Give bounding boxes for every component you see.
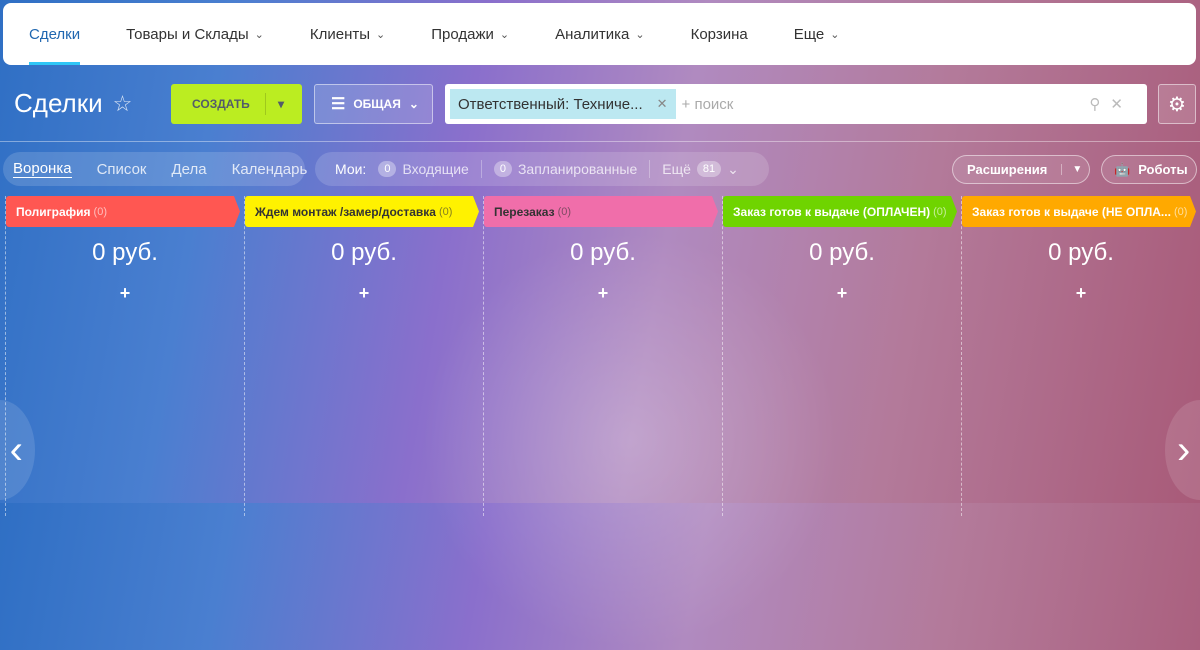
robots-button[interactable]: 🤖 Роботы bbox=[1101, 155, 1197, 184]
stage-sum: 0 руб. bbox=[570, 239, 636, 266]
filter-icon: ☰ bbox=[331, 96, 346, 113]
add-deal-button[interactable]: + bbox=[245, 283, 483, 304]
chevron-down-icon: ⌄ bbox=[408, 97, 419, 111]
nav-item-label: Корзина bbox=[690, 25, 748, 43]
view-tab[interactable]: Календарь bbox=[232, 161, 308, 178]
nav-item-label: Сделки bbox=[29, 25, 81, 43]
view-tab[interactable]: Дела bbox=[171, 161, 206, 178]
filter-tag-text: Ответственный: Техниче... bbox=[458, 95, 643, 113]
stage-sum: 0 руб. bbox=[92, 239, 158, 266]
dropdown-arrow-icon[interactable]: ▼ bbox=[1061, 164, 1082, 175]
chevron-down-icon: ⌄ bbox=[830, 28, 840, 41]
close-icon[interactable]: ✕ bbox=[657, 96, 668, 112]
divider bbox=[0, 141, 1200, 142]
page-title-text: Сделки bbox=[14, 88, 103, 118]
create-label: СОЗДАТЬ bbox=[192, 97, 250, 111]
nav-item-label: Товары и Склады bbox=[126, 25, 249, 43]
nav-item[interactable]: Аналитика ⌄ bbox=[555, 26, 644, 43]
create-dropdown-arrow-icon[interactable]: ▾ bbox=[265, 93, 284, 115]
stage-name: Полиграфия bbox=[16, 204, 91, 219]
stage-header[interactable]: Перезаказ (0) bbox=[484, 196, 718, 227]
stage-header[interactable]: Ждем монтаж /замер/доставка (0) bbox=[245, 196, 479, 227]
stage-sum: 0 руб. bbox=[809, 239, 875, 266]
stage-count: (0) bbox=[933, 205, 947, 218]
extensions-button[interactable]: Расширения ▼ bbox=[952, 155, 1090, 184]
add-deal-button[interactable]: + bbox=[962, 283, 1200, 304]
robots-label: Роботы bbox=[1138, 162, 1188, 177]
view-tab[interactable]: Воронка bbox=[13, 160, 72, 178]
chevron-down-icon[interactable]: ⌄ bbox=[727, 161, 739, 178]
stage-count: (0) bbox=[557, 205, 572, 218]
stage-sum: 0 руб. bbox=[331, 239, 397, 266]
create-button[interactable]: СОЗДАТЬ ▾ bbox=[171, 84, 302, 124]
more-link[interactable]: Ещё bbox=[662, 161, 691, 177]
stage-name: Заказ готов к выдаче (НЕ ОПЛА... bbox=[972, 204, 1171, 219]
filter-preset-button[interactable]: ☰ ОБЩАЯ ⌄ bbox=[314, 84, 433, 124]
add-deal-button[interactable]: + bbox=[484, 283, 722, 304]
chevron-down-icon: ⌄ bbox=[254, 28, 264, 41]
kanban-column: Заказ готов к выдаче (НЕ ОПЛА... (0) 0 руб… bbox=[961, 196, 1200, 516]
add-deal-button[interactable]: + bbox=[6, 283, 244, 304]
kanban-column: Ждем монтаж /замер/доставка (0) 0 руб. + bbox=[244, 196, 483, 516]
filter-tag[interactable]: Ответственный: Техниче... ✕ bbox=[450, 89, 676, 119]
nav-item[interactable]: Корзина bbox=[691, 26, 748, 43]
nav-item-label: Аналитика bbox=[555, 25, 630, 43]
search-icon[interactable]: ⚲ bbox=[1089, 96, 1110, 113]
view-switcher: Воронка Список Дела Календарь bbox=[3, 152, 308, 186]
stage-header[interactable]: Полиграфия (0) bbox=[6, 196, 240, 227]
planned-link[interactable]: Запланированные bbox=[518, 161, 637, 177]
stage-name: Заказ готов к выдаче (ОПЛАЧЕН) bbox=[733, 204, 931, 219]
robot-icon: 🤖 bbox=[1114, 161, 1131, 177]
filter-label: ОБЩАЯ bbox=[353, 97, 401, 111]
kanban-column: Заказ готов к выдаче (ОПЛАЧЕН) (0) 0 руб. + bbox=[722, 196, 961, 516]
stage-count: (0) bbox=[438, 205, 453, 218]
nav-item[interactable]: Продажи ⌄ bbox=[431, 26, 509, 43]
stage-name: Перезаказ bbox=[494, 204, 555, 219]
search-bar[interactable]: Ответственный: Техниче... ✕ + поиск ⚲✕ bbox=[445, 84, 1147, 124]
search-input[interactable]: + поиск bbox=[682, 96, 1090, 113]
extensions-label: Расширения bbox=[967, 162, 1048, 177]
planned-count: 0 bbox=[493, 161, 512, 177]
page-title: Сделки ☆ bbox=[14, 88, 132, 119]
kanban-column: Полиграфия (0) 0 руб. + bbox=[5, 196, 244, 516]
view-tab[interactable]: Список bbox=[97, 161, 147, 178]
chevron-down-icon: ⌄ bbox=[499, 28, 510, 41]
nav-item-label: Клиенты bbox=[309, 25, 371, 43]
stage-count: (0) bbox=[1173, 205, 1188, 218]
stage-sum: 0 руб. bbox=[1048, 239, 1114, 266]
top-navigation: Сделки Товары и Склады ⌄ Клиенты ⌄ Продажи ⌄ Ан… bbox=[3, 3, 1196, 65]
incoming-count: 0 bbox=[378, 161, 397, 177]
more-count: 81 bbox=[696, 161, 722, 177]
stage-header[interactable]: Заказ готов к выдаче (НЕ ОПЛА... (0) bbox=[962, 196, 1196, 227]
counters-bar: Мои: 0 Входящие 0 Запланированные Ещё 81 ⌄ bbox=[315, 152, 769, 186]
stage-name: Ждем монтаж /замер/доставка bbox=[255, 204, 436, 219]
star-icon[interactable]: ☆ bbox=[113, 91, 133, 117]
nav-item[interactable]: Сделки bbox=[29, 25, 81, 65]
nav-item-label: Еще bbox=[793, 25, 825, 43]
clear-icon[interactable]: ✕ bbox=[1110, 96, 1133, 113]
add-deal-button[interactable]: + bbox=[723, 283, 961, 304]
incoming-link[interactable]: Входящие bbox=[402, 161, 468, 177]
kanban-column: Перезаказ (0) 0 руб. + bbox=[483, 196, 722, 516]
nav-item[interactable]: Клиенты ⌄ bbox=[310, 26, 385, 43]
kanban-board: Полиграфия (0) 0 руб. + Ждем монтаж /замер/д… bbox=[5, 196, 1200, 516]
chevron-down-icon: ⌄ bbox=[376, 28, 386, 41]
stage-header[interactable]: Заказ готов к выдаче (ОПЛАЧЕН) (0) bbox=[723, 196, 957, 227]
counters-label: Мои: bbox=[335, 161, 367, 177]
nav-item[interactable]: Товары и Склады ⌄ bbox=[126, 26, 264, 43]
stage-count: (0) bbox=[93, 205, 107, 218]
chevron-down-icon: ⌄ bbox=[635, 28, 645, 41]
nav-item[interactable]: Еще ⌄ bbox=[794, 26, 840, 43]
settings-gear-icon[interactable]: ⚙ bbox=[1158, 84, 1196, 124]
nav-item-label: Продажи bbox=[431, 25, 494, 43]
